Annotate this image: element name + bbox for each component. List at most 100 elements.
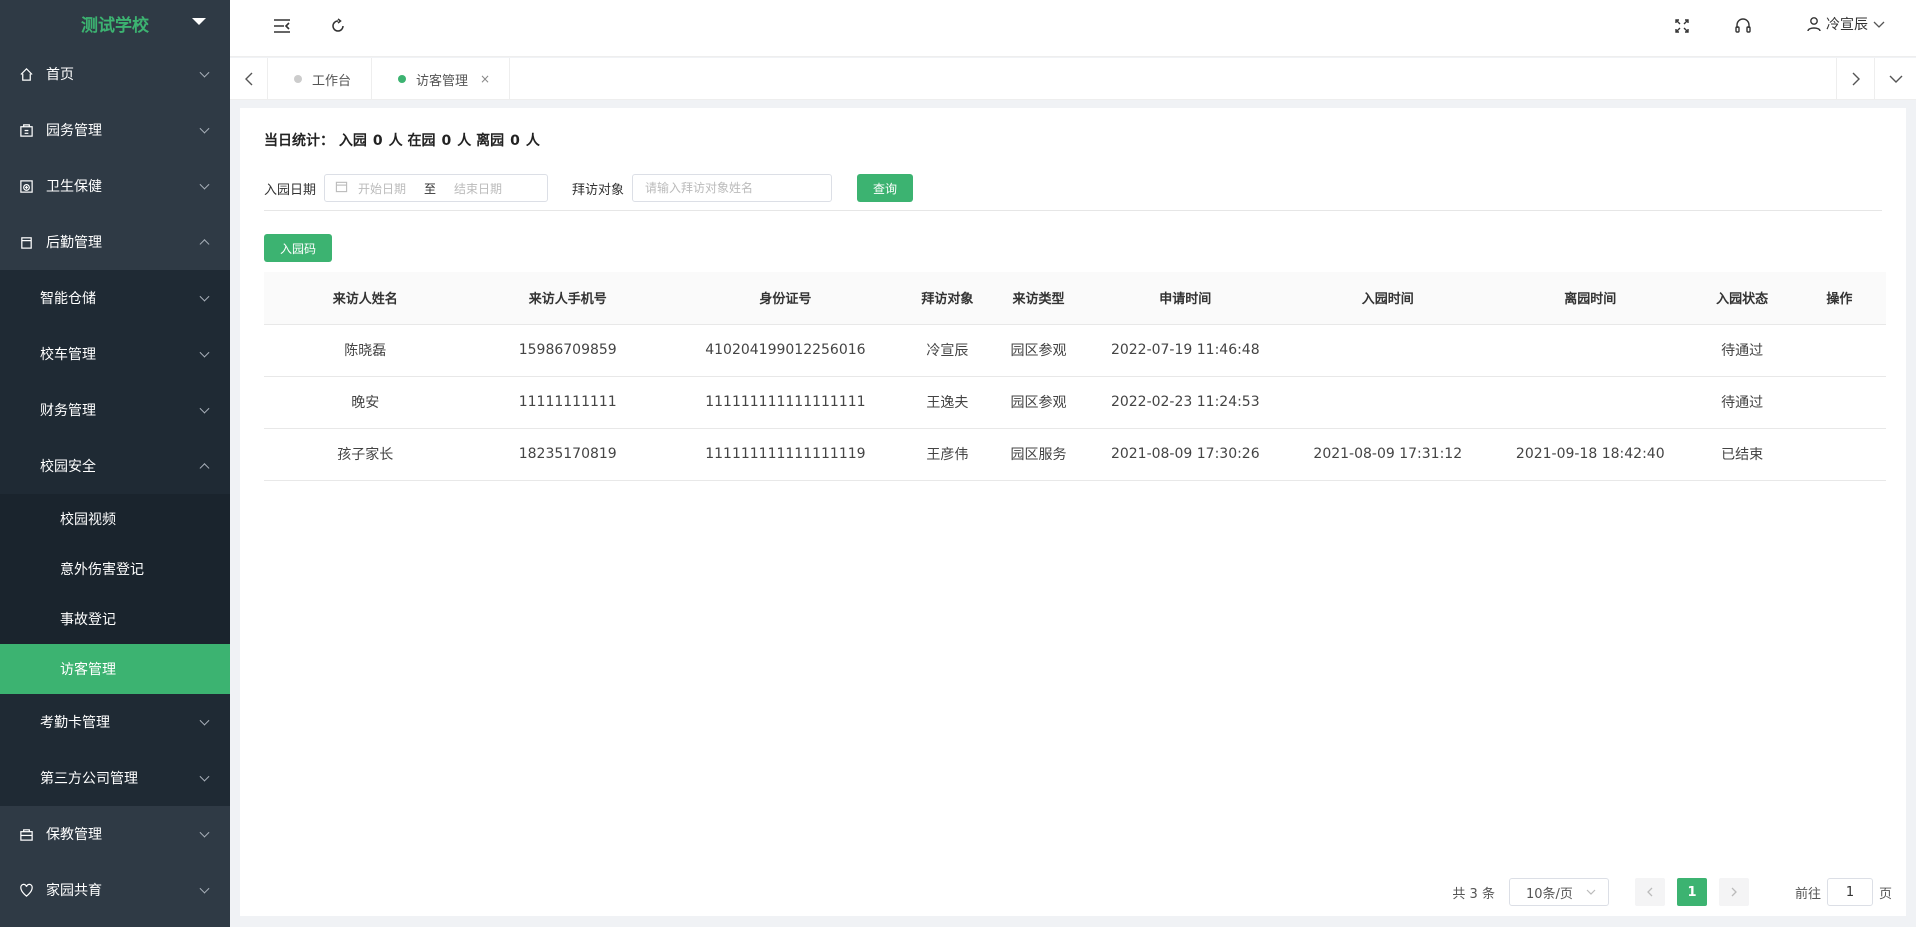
tabs-scroll-right-button[interactable] — [1836, 58, 1874, 100]
menu-label: 意外伤害登记 — [60, 562, 144, 578]
table-row: 孩子家长 18235170819 111111111111111119 王彦伟 … — [264, 428, 1886, 481]
entry-qr-button[interactable]: 入园码 — [264, 234, 333, 262]
chevron-down-icon — [1873, 21, 1885, 28]
tab-workbench[interactable]: 工作台 — [268, 58, 372, 100]
user-name: 冷宣辰 — [1826, 17, 1868, 33]
home-school-icon — [18, 882, 34, 898]
date-range-picker[interactable]: 开始日期 至 结束日期 — [324, 174, 549, 202]
chevron-left-icon — [1647, 887, 1653, 897]
menu-fold-icon — [274, 19, 290, 33]
goto-page-input[interactable]: 1 — [1826, 878, 1873, 906]
menu-label: 首页 — [46, 67, 74, 83]
refresh-icon — [332, 18, 344, 32]
cell-target: 冷宣辰 — [901, 324, 993, 377]
caret-down-icon — [192, 18, 206, 25]
menu-item-garden-affairs[interactable]: 园务管理 — [0, 102, 230, 158]
tab-visitor-mgmt[interactable]: 访客管理 × — [372, 58, 510, 100]
goto-page: 前往 1 页 — [1795, 878, 1892, 906]
chevron-down-icon — [1889, 75, 1902, 83]
cell-enter-time: 2021-08-09 17:31:12 — [1286, 428, 1490, 481]
page-number-button[interactable]: 1 — [1676, 878, 1707, 906]
chevron-down-icon — [1586, 889, 1596, 895]
menu-item-visitor-mgmt[interactable]: 访客管理 — [0, 644, 230, 694]
menu-item-incident-register[interactable]: 事故登记 — [0, 594, 230, 644]
chevron-down-icon — [199, 827, 210, 838]
goto-label: 前往 — [1794, 886, 1821, 902]
menu-item-home[interactable]: 首页 — [0, 46, 230, 102]
cell-target: 王彦伟 — [901, 428, 993, 481]
cell-phone: 11111111111 — [466, 376, 669, 429]
stats-leave-count: 0 — [510, 133, 520, 149]
menu-item-logistics[interactable]: 后勤管理 — [0, 214, 230, 270]
stats-enter-label: 入园 — [338, 133, 367, 149]
menu-fold-button[interactable] — [270, 14, 294, 38]
query-button[interactable]: 查询 — [857, 174, 914, 202]
menu-item-fee-mgmt[interactable]: 保教管理 — [0, 806, 230, 862]
menu-label: 考勤卡管理 — [40, 715, 110, 731]
menu-label: 家园共育 — [46, 883, 102, 899]
fullscreen-button[interactable] — [1670, 14, 1694, 38]
close-icon[interactable]: × — [480, 72, 490, 86]
chevron-up-icon — [199, 239, 210, 250]
chevron-down-icon — [199, 123, 210, 134]
menu-label: 校车管理 — [40, 347, 96, 363]
menu-item-finance[interactable]: 财务管理 — [0, 382, 230, 438]
cell-type: 园区参观 — [992, 376, 1085, 429]
main-content: 当日统计： 入园 0 人 在园 0 人 离园 0 人 入园日期 开始日期 至 结束日期 拜访… — [240, 108, 1906, 916]
cell-apply-time: 2021-08-09 17:30:26 — [1084, 428, 1287, 481]
refresh-button[interactable] — [326, 14, 350, 38]
menu-item-accident-injury[interactable]: 意外伤害登记 — [0, 544, 230, 594]
cell-status: 待通过 — [1691, 376, 1793, 429]
cell-type: 园区服务 — [992, 428, 1085, 481]
cell-leave-time: 2021-09-18 18:42:40 — [1489, 428, 1692, 481]
chevron-left-icon — [244, 72, 252, 86]
tab-label: 访客管理 — [416, 73, 469, 89]
cell-id-number: 410204199012256016 — [668, 324, 902, 377]
menu-item-health[interactable]: 卫生保健 — [0, 158, 230, 214]
menu-item-attendance-card[interactable]: 考勤卡管理 — [0, 694, 230, 750]
column-header: 入园状态 — [1691, 272, 1793, 325]
menu-item-campus-video[interactable]: 校园视频 — [0, 494, 230, 544]
target-name-input[interactable] — [632, 174, 833, 202]
menu-label: 校园安全 — [40, 459, 96, 475]
user-menu[interactable]: 冷宣辰 — [1806, 14, 1886, 34]
page-size-value: 10条/页 — [1525, 886, 1573, 902]
date-label: 入园日期 — [264, 182, 317, 198]
cell-actions — [1792, 324, 1886, 377]
tab-status-dot — [294, 75, 302, 83]
chevron-right-icon — [1731, 887, 1737, 897]
start-date-input[interactable]: 开始日期 — [358, 180, 406, 197]
cell-actions — [1792, 376, 1886, 429]
prev-page-button[interactable] — [1634, 878, 1665, 906]
menu-item-campus-security[interactable]: 校园安全 — [0, 438, 230, 494]
app-root: 测试学校 首页 园务管理 卫生保健 后勤管理 智能仓储 校车管理 财务管理 校园… — [0, 0, 1916, 927]
stats-in-label: 人 在园 — [388, 133, 436, 149]
next-page-button[interactable] — [1718, 878, 1749, 906]
pagination: 共 3 条 10条/页 1 前往 1 页 — [1452, 878, 1892, 906]
school-name: 测试学校 — [81, 15, 149, 36]
column-header: 申请时间 — [1084, 272, 1287, 325]
headset-icon — [1735, 18, 1751, 33]
menu-label: 校园视频 — [60, 512, 116, 528]
menu-label: 第三方公司管理 — [40, 771, 138, 787]
school-switcher[interactable]: 测试学校 — [0, 0, 230, 46]
menu-item-smart-storage[interactable]: 智能仓储 — [0, 270, 230, 326]
chevron-down-icon — [199, 883, 210, 894]
menu-item-third-party[interactable]: 第三方公司管理 — [0, 750, 230, 806]
tabs-scroll-left-button[interactable] — [230, 58, 268, 100]
cell-id-number: 111111111111111111 — [668, 376, 902, 429]
menu-item-school-bus[interactable]: 校车管理 — [0, 326, 230, 382]
tabs-menu-button[interactable] — [1874, 58, 1916, 100]
building-icon — [18, 122, 34, 138]
tabs-bar: 工作台 访客管理 × — [230, 58, 1916, 100]
column-header: 拜访对象 — [901, 272, 993, 325]
cell-enter-time — [1286, 376, 1490, 429]
menu-label: 访客管理 — [60, 662, 116, 678]
menu-item-home-school[interactable]: 家园共育 — [0, 862, 230, 918]
stats-prefix: 当日统计： — [264, 133, 334, 149]
chevron-down-icon — [199, 347, 210, 358]
page-size-select[interactable]: 10条/页 — [1508, 878, 1609, 906]
cell-name: 晚安 — [264, 376, 467, 429]
support-button[interactable] — [1731, 14, 1755, 38]
end-date-input[interactable]: 结束日期 — [454, 180, 502, 197]
